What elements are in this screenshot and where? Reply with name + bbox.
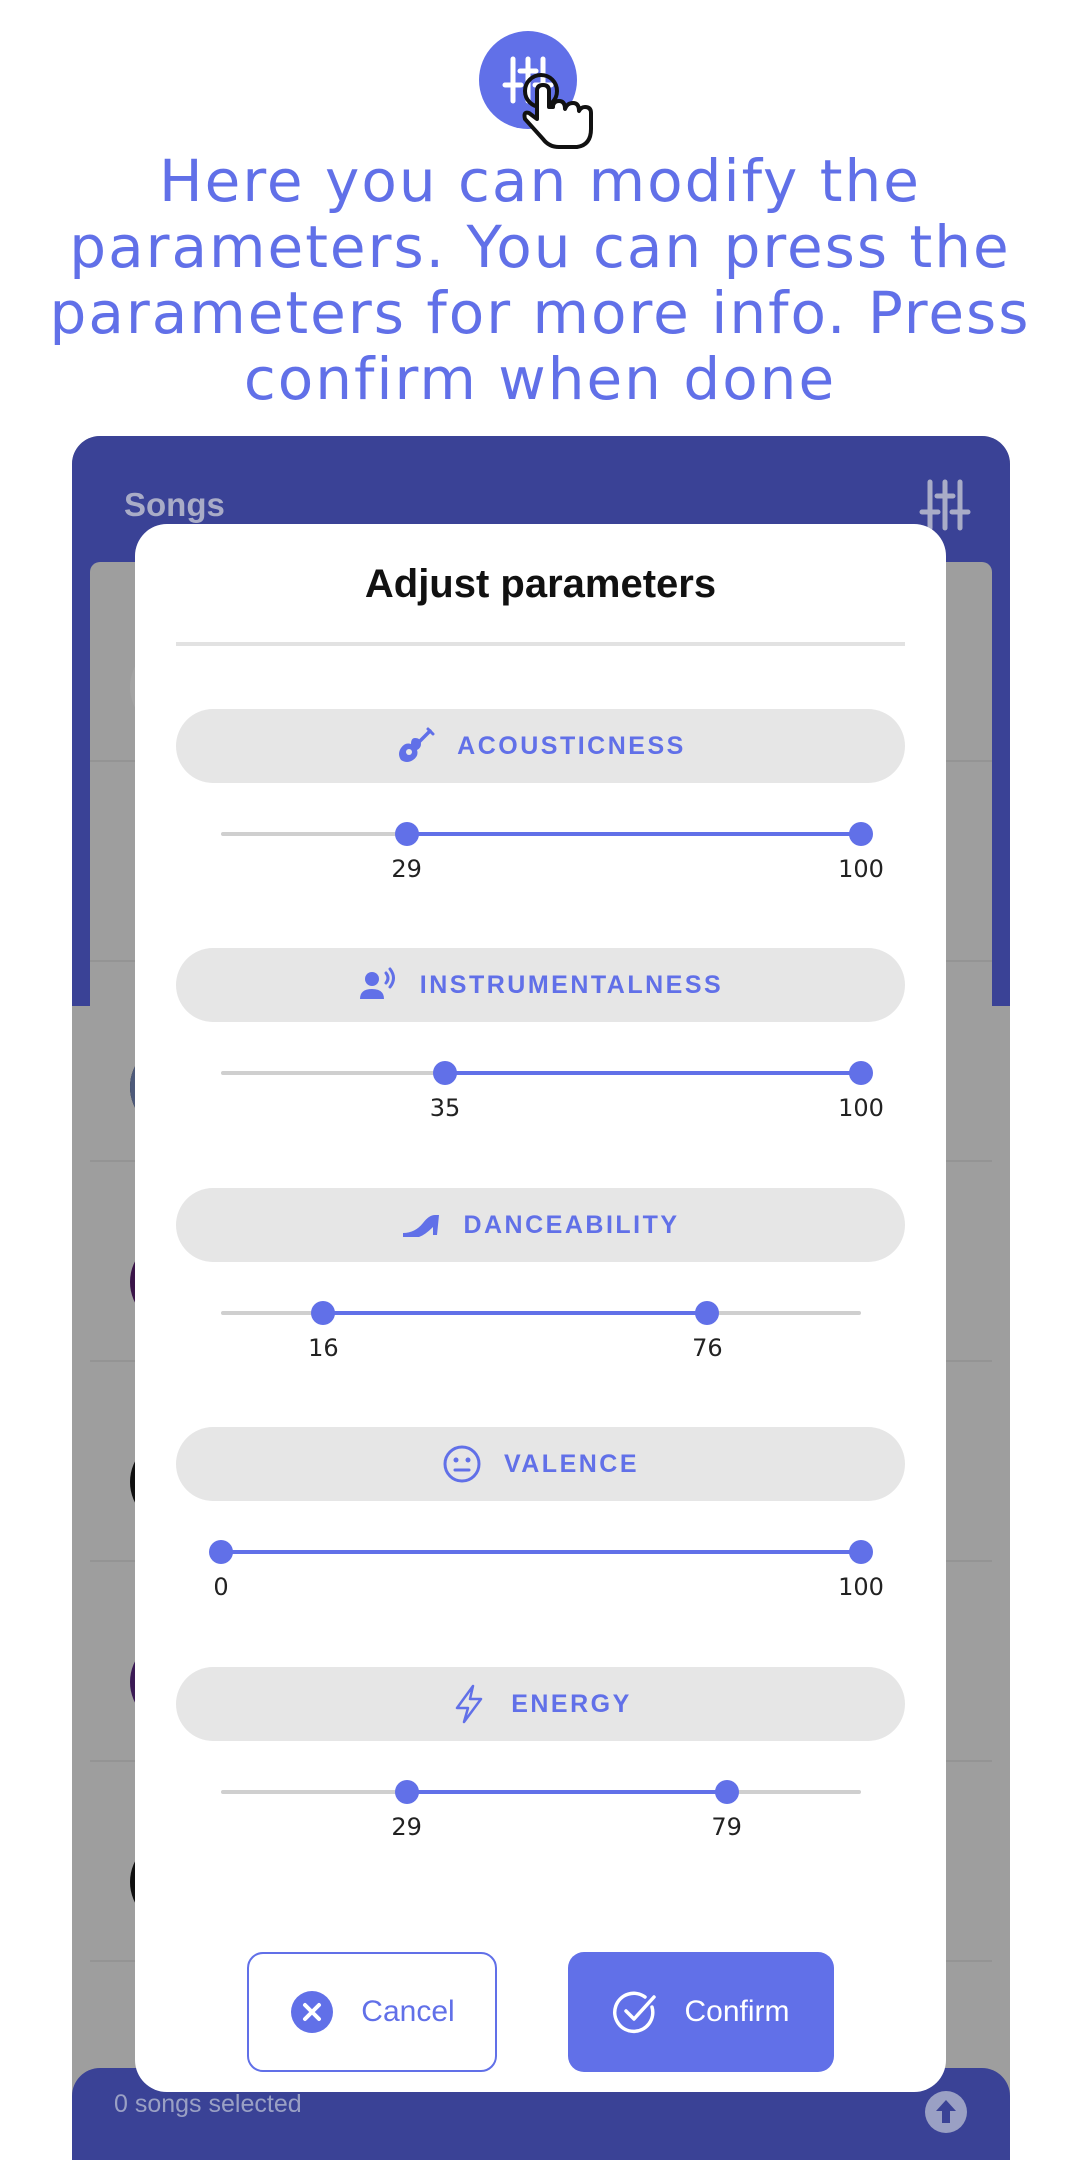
app-title: Songs <box>124 486 225 523</box>
valence-range-slider[interactable]: 0 100 <box>176 1535 905 1601</box>
slider-thumb-max[interactable] <box>849 1540 873 1564</box>
slider-thumb-min[interactable] <box>394 822 419 846</box>
parameter-info-button[interactable]: VALENCE <box>176 1427 905 1501</box>
slider-min-value: 16 <box>308 1334 339 1362</box>
slider-min-value: 35 <box>429 1094 461 1122</box>
slider-max-value: 76 <box>692 1334 723 1362</box>
instrumentalness-range-slider[interactable]: 35 100 <box>176 1056 905 1122</box>
slider-range <box>221 1550 861 1554</box>
adjust-parameters-dialog: Adjust parameters ACOUSTICNESS 29 100 IN… <box>135 524 946 2092</box>
parameter-info-button[interactable]: INSTRUMENTALNESS <box>176 948 905 1022</box>
energy-range-slider[interactable]: 29 79 <box>176 1775 905 1841</box>
high-heel-icon <box>403 1215 440 1237</box>
tutorial-icon <box>479 31 593 149</box>
check-circle-icon <box>613 1991 657 2034</box>
slider-thumb-max[interactable] <box>849 1061 873 1085</box>
slider-min-value: 0 <box>213 1573 229 1601</box>
slider-min-value: 29 <box>391 1813 422 1841</box>
sliders-icon[interactable] <box>918 478 972 532</box>
dialog-divider <box>176 642 905 646</box>
parameter-label: DANCEABILITY <box>463 1210 680 1239</box>
slider-thumb-min[interactable] <box>209 1540 233 1564</box>
parameter-label: ENERGY <box>511 1689 632 1718</box>
slider-thumb-max[interactable] <box>695 1301 720 1325</box>
parameter-info-button[interactable]: ACOUSTICNESS <box>176 709 905 783</box>
slider-range <box>445 1071 861 1075</box>
slider-thumb-min[interactable] <box>433 1061 457 1085</box>
slider-thumb-min[interactable] <box>394 1780 419 1804</box>
slider-max-value: 100 <box>838 855 884 883</box>
dialog-title: Adjust parameters <box>364 562 717 606</box>
selected-count: 0 songs selected <box>114 2090 302 2118</box>
confirm-button[interactable]: Confirm <box>568 1952 834 2072</box>
tap-hand-icon <box>522 73 593 149</box>
slider-max-value: 100 <box>838 1573 884 1601</box>
guitar-icon <box>399 727 435 762</box>
slider-thumb-max[interactable] <box>714 1780 739 1804</box>
close-circle-icon <box>291 1991 334 2033</box>
person-voice-icon <box>359 967 395 999</box>
slider-max-value: 100 <box>838 1094 884 1122</box>
acousticness-range-slider[interactable]: 29 100 <box>176 817 905 883</box>
arrow-up-circle-icon[interactable] <box>924 2090 968 2134</box>
slider-range <box>406 1790 727 1794</box>
slider-thumb-min[interactable] <box>311 1301 336 1325</box>
parameter-info-button[interactable]: ENERGY <box>176 1667 905 1741</box>
tutorial-message: Here you can modify the parameters. You … <box>49 147 1031 413</box>
slider-range <box>406 832 861 836</box>
parameter-info-button[interactable]: DANCEABILITY <box>176 1188 905 1262</box>
slider-range <box>323 1311 708 1315</box>
lightning-icon <box>455 1684 483 1724</box>
slider-max-value: 79 <box>711 1813 742 1841</box>
cancel-label: Cancel <box>361 1995 455 2028</box>
parameter-label: VALENCE <box>503 1449 640 1478</box>
slider-min-value: 29 <box>391 855 422 883</box>
danceability-range-slider[interactable]: 16 76 <box>176 1296 905 1362</box>
slider-thumb-max[interactable] <box>849 822 873 846</box>
parameter-label: ACOUSTICNESS <box>457 731 686 760</box>
parameter-label: INSTRUMENTALNESS <box>419 970 724 999</box>
cancel-button[interactable]: Cancel <box>247 1952 497 2072</box>
neutral-face-icon <box>443 1445 481 1483</box>
confirm-label: Confirm <box>684 1995 790 2028</box>
